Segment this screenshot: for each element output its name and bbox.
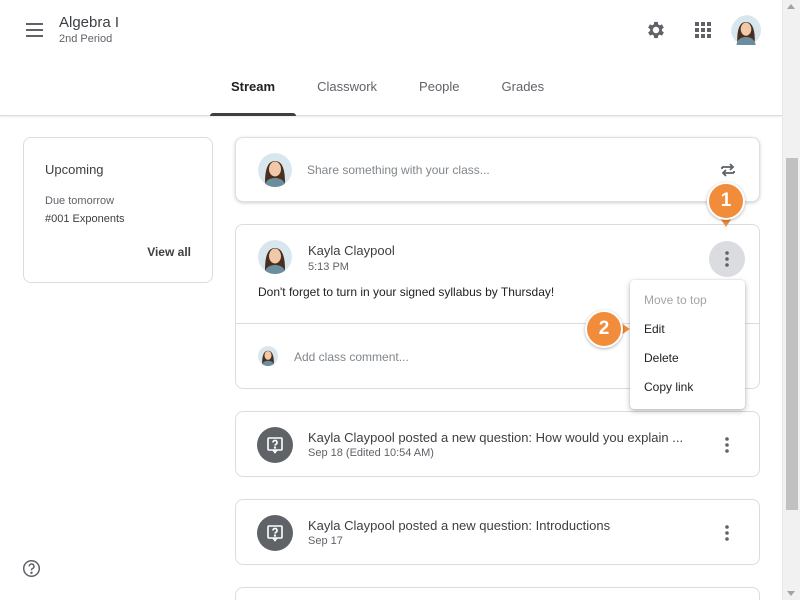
view-all-link[interactable]: View all: [147, 245, 191, 259]
top-app-bar: Algebra I 2nd Period Stream Classwork Pe…: [0, 0, 782, 116]
question-icon: [257, 515, 293, 551]
menu-icon[interactable]: [14, 12, 54, 48]
step-callout-1: 1: [707, 182, 745, 220]
avatar: [258, 153, 292, 187]
question-title[interactable]: Kayla Claypool posted a new question: Ho…: [308, 430, 683, 445]
scroll-up-arrow[interactable]: [787, 4, 795, 9]
apps-icon[interactable]: [687, 14, 719, 46]
tab-label: People: [419, 79, 460, 94]
upcoming-assignment-link[interactable]: #001 Exponents: [45, 213, 125, 225]
class-subtitle: 2nd Period: [59, 33, 113, 45]
stream-post-partial[interactable]: [235, 587, 760, 600]
gear-icon[interactable]: [640, 14, 672, 46]
post-timestamp: 5:13 PM: [308, 261, 349, 273]
share-input[interactable]: Share something with your class...: [307, 163, 490, 177]
class-comment-input[interactable]: Add class comment...: [294, 350, 409, 364]
tab-classwork[interactable]: Classwork: [296, 68, 398, 116]
step-callout-2: 2: [585, 310, 623, 348]
post-author: Kayla Claypool: [308, 243, 395, 258]
question-date: Sep 17: [308, 535, 343, 547]
avatar[interactable]: [731, 15, 765, 49]
tab-label: Grades: [501, 79, 545, 94]
scroll-thumb[interactable]: [786, 158, 798, 510]
class-title[interactable]: Algebra I: [59, 14, 119, 31]
tab-bar: Stream Classwork People Grades: [210, 68, 565, 116]
question-post[interactable]: Kayla Claypool posted a new question: In…: [235, 499, 760, 565]
menu-item-move-to-top: Move to top: [644, 293, 707, 307]
menu-item-copy-link[interactable]: Copy link: [644, 380, 693, 394]
avatar: [258, 346, 278, 366]
upcoming-card: Upcoming Due tomorrow #001 Exponents Vie…: [23, 137, 213, 283]
upcoming-title: Upcoming: [45, 162, 104, 177]
tab-label: Classwork: [317, 79, 378, 94]
help-icon[interactable]: [22, 559, 41, 578]
more-vert-icon[interactable]: [709, 515, 745, 551]
tab-grades[interactable]: Grades: [481, 68, 566, 116]
menu-item-delete[interactable]: Delete: [644, 351, 679, 365]
post-options-menu: Move to top Edit Delete Copy link: [630, 280, 745, 409]
menu-item-edit[interactable]: Edit: [644, 322, 665, 336]
scroll-down-arrow[interactable]: [787, 591, 795, 596]
avatar: [258, 240, 292, 274]
tab-stream[interactable]: Stream: [210, 68, 297, 116]
scrollbar[interactable]: [782, 0, 800, 600]
more-vert-icon[interactable]: [709, 427, 745, 463]
share-box[interactable]: Share something with your class...: [235, 137, 760, 202]
tab-people[interactable]: People: [398, 68, 480, 116]
tab-label: Stream: [231, 79, 276, 94]
upcoming-due-label: Due tomorrow: [45, 195, 115, 207]
question-post[interactable]: Kayla Claypool posted a new question: Ho…: [235, 411, 760, 477]
post-body: Don't forget to turn in your signed syll…: [258, 285, 555, 299]
more-vert-icon[interactable]: [709, 241, 745, 277]
question-date: Sep 18 (Edited 10:54 AM): [308, 447, 434, 459]
question-icon: [257, 427, 293, 463]
question-title[interactable]: Kayla Claypool posted a new question: In…: [308, 518, 610, 533]
